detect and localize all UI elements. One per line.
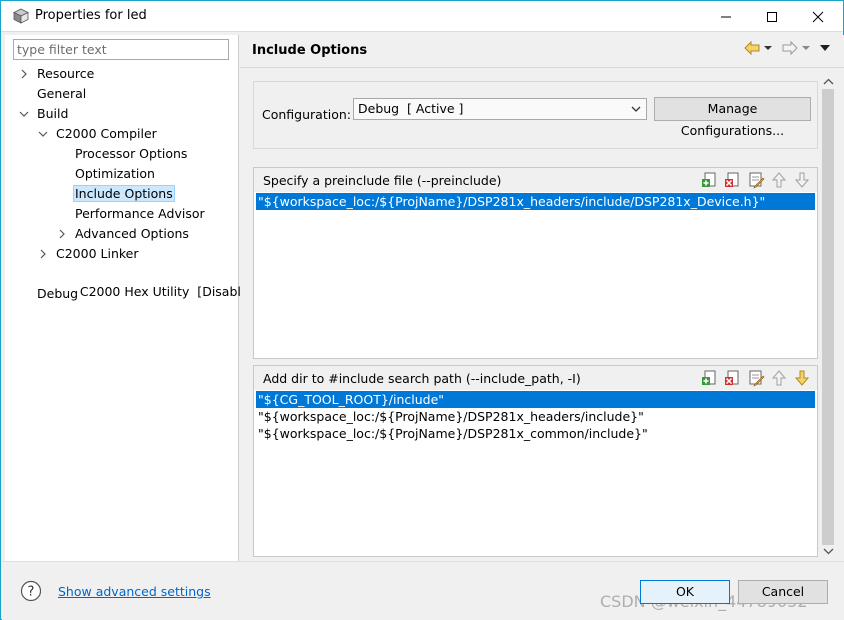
edit-icon[interactable] — [747, 171, 765, 189]
tree-item-processor-options[interactable]: Processor Options — [75, 145, 187, 163]
configuration-group: Configuration: Debug [ Active ] Manage C… — [253, 81, 818, 149]
list-item[interactable]: "${CG_TOOL_ROOT}/include" — [256, 391, 815, 408]
forward-arrow-icon[interactable] — [782, 41, 798, 55]
show-advanced-settings-link[interactable]: Show advanced settings — [58, 584, 211, 599]
navigation-pane: Resource General Build C2000 Compiler Pr… — [5, 35, 261, 561]
back-arrow-icon[interactable] — [744, 41, 760, 55]
header-separator — [240, 67, 844, 68]
tree-item-include-options[interactable]: Include Options — [73, 185, 175, 203]
scrolled-content: Configuration: Debug [ Active ] Manage C… — [242, 69, 820, 559]
preinclude-list-group: Specify a preinclude file (--preinclude)… — [253, 167, 818, 359]
include-path-title: Add dir to #include search path (--inclu… — [263, 371, 581, 386]
tree-label: C2000 Compiler — [56, 126, 157, 141]
tree-item-c2000-linker[interactable]: C2000 Linker — [38, 245, 139, 263]
chevron-down-icon[interactable] — [38, 129, 48, 139]
list-item[interactable]: "${workspace_loc:/${ProjName}/DSP281x_he… — [256, 408, 815, 425]
move-up-icon[interactable] — [770, 171, 788, 189]
tree-item-resource[interactable]: Resource — [19, 65, 94, 83]
tree-item-performance-advisor[interactable]: Performance Advisor — [75, 205, 205, 223]
edit-icon[interactable] — [747, 369, 765, 387]
tree-label: Include Options — [73, 185, 175, 202]
move-up-icon[interactable] — [770, 369, 788, 387]
chevron-down-icon[interactable] — [19, 109, 29, 119]
tree-label: Resource — [37, 66, 95, 81]
tree-item-optimization[interactable]: Optimization — [75, 165, 155, 183]
tree-label: C2000 Linker — [56, 246, 139, 261]
view-menu-icon[interactable] — [820, 44, 830, 52]
chevron-right-icon[interactable] — [38, 249, 48, 259]
maximize-icon — [767, 11, 777, 22]
chevron-right-icon[interactable] — [19, 69, 29, 79]
ok-button[interactable]: OK — [640, 580, 730, 604]
properties-page: Include Options Configuration: Debug [ A… — [240, 35, 844, 561]
dialog-footer: ? Show advanced settings CSDN @weixin_44… — [2, 561, 844, 620]
svg-text:?: ? — [28, 585, 35, 600]
chevron-right-icon[interactable] — [57, 229, 67, 239]
forward-dropdown-icon[interactable] — [802, 44, 810, 52]
scroll-down-icon[interactable] — [823, 547, 834, 555]
page-title: Include Options — [252, 43, 368, 58]
tree-label: Build — [37, 106, 69, 121]
scroll-up-icon[interactable] — [823, 78, 834, 86]
properties-dialog: Properties for led Resource General Buil… — [0, 0, 844, 620]
tree-label: General — [37, 86, 87, 101]
help-icon[interactable]: ? — [20, 580, 42, 602]
tree-item-advanced-options[interactable]: Advanced Options — [57, 225, 189, 243]
include-path-header: Add dir to #include search path (--inclu… — [254, 366, 817, 390]
delete-icon[interactable] — [724, 171, 742, 189]
cancel-button[interactable]: Cancel — [738, 580, 828, 604]
list-item[interactable]: "${workspace_loc:/${ProjName}/DSP281x_he… — [256, 193, 815, 210]
tree-item-build[interactable]: Build — [19, 105, 68, 123]
preinclude-header: Specify a preinclude file (--preinclude) — [254, 168, 817, 192]
include-path-toolbar — [701, 369, 811, 387]
tree-label: Optimization — [75, 166, 155, 181]
scrollbar-thumb[interactable] — [822, 89, 834, 545]
delete-icon[interactable] — [724, 369, 742, 387]
add-icon[interactable] — [701, 171, 719, 189]
tree-label: C2000 Hex Utility [Disabled] — [79, 284, 262, 299]
configuration-selected-value: Debug [ Active ] — [358, 101, 464, 116]
preinclude-title: Specify a preinclude file (--preinclude) — [263, 173, 502, 188]
close-icon — [812, 11, 824, 22]
tree-item-c2000-compiler[interactable]: C2000 Compiler — [38, 125, 157, 143]
tree-item-debug[interactable]: Debug — [37, 285, 78, 303]
maximize-button[interactable] — [749, 1, 795, 32]
minimize-button[interactable] — [703, 1, 749, 32]
manage-configurations-button[interactable]: Manage Configurations... — [654, 97, 811, 138]
window-title: Properties for led — [35, 8, 147, 23]
preinclude-toolbar — [701, 171, 811, 189]
app-cube-icon — [13, 8, 29, 24]
vertical-scrollbar[interactable] — [820, 75, 837, 559]
tree-item-c2000-hex-utility[interactable]: C2000 Hex Utility [Disabled] — [56, 265, 262, 299]
close-button[interactable] — [795, 1, 841, 32]
tree-label: Processor Options — [75, 146, 188, 161]
configuration-select[interactable]: Debug [ Active ] — [353, 98, 647, 120]
history-navigation — [744, 41, 830, 55]
include-path-list-group: Add dir to #include search path (--inclu… — [253, 365, 818, 557]
tree-label: Performance Advisor — [75, 206, 205, 221]
move-down-icon[interactable] — [793, 171, 811, 189]
chevron-down-icon — [631, 106, 641, 112]
tree-item-general[interactable]: General — [37, 85, 86, 103]
back-dropdown-icon[interactable] — [764, 44, 772, 52]
move-down-icon[interactable] — [793, 369, 811, 387]
tree-label: Advanced Options — [75, 226, 189, 241]
list-item[interactable]: "${workspace_loc:/${ProjName}/DSP281x_co… — [256, 425, 815, 442]
add-icon[interactable] — [701, 369, 719, 387]
title-bar[interactable]: Properties for led — [1, 1, 843, 32]
tree-label: Debug — [37, 286, 79, 301]
configuration-label: Configuration: — [262, 107, 351, 122]
minimize-icon — [721, 16, 731, 17]
filter-input[interactable] — [13, 39, 229, 60]
